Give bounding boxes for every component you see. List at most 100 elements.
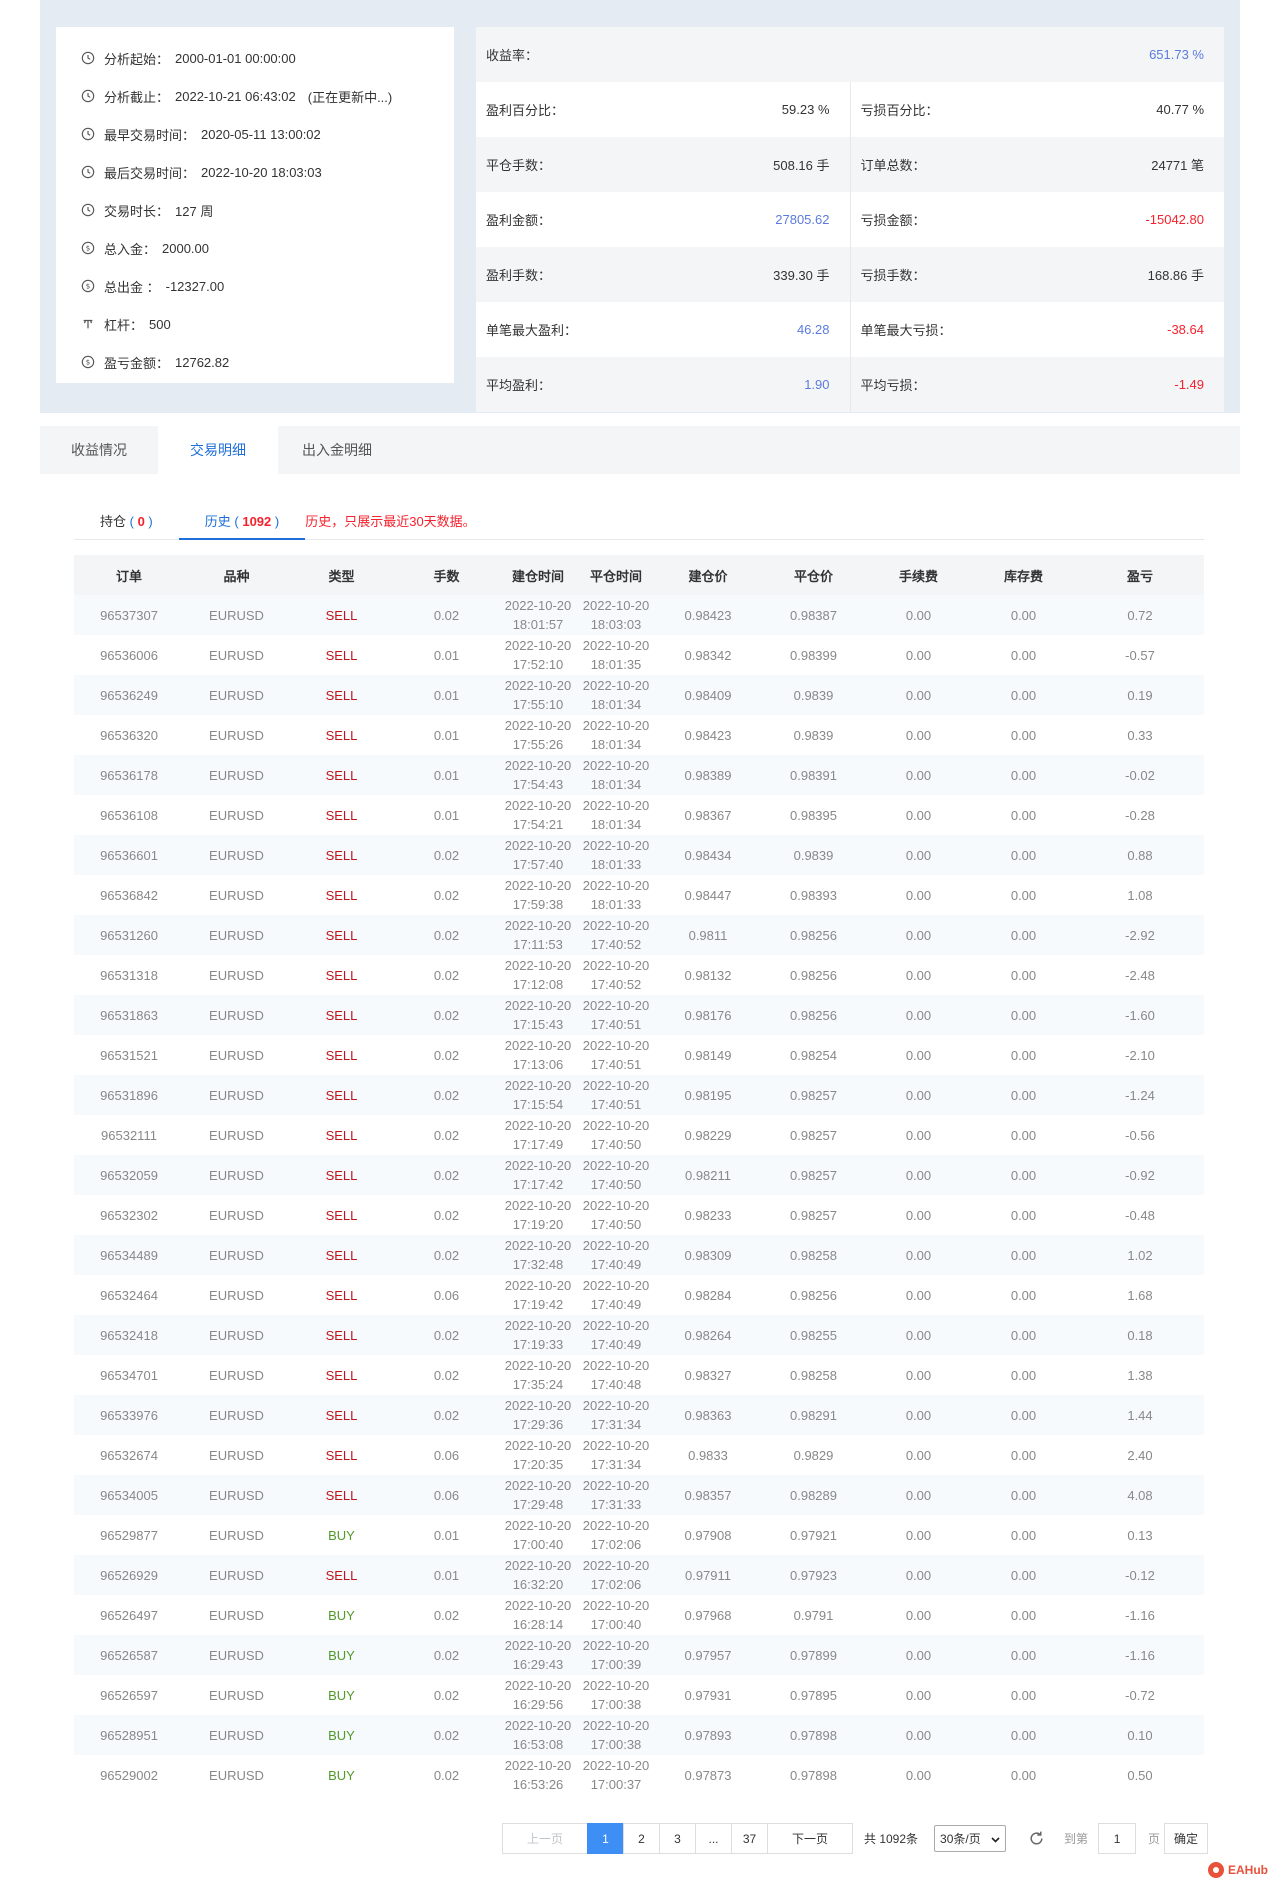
table-row[interactable]: 96528951 EURUSD BUY 0.02 2022-10-20 16:53:08 2…	[74, 1715, 1204, 1755]
col-header-swap[interactable]: 库存费	[971, 555, 1076, 595]
cell-swap: 0.00	[971, 835, 1076, 875]
table-row[interactable]: 96532111 EURUSD SELL 0.02 2022-10-20 17:17:49…	[74, 1115, 1204, 1155]
table-row[interactable]: 96536601 EURUSD SELL 0.02 2022-10-20 17:57:40…	[74, 835, 1204, 875]
cell-type: SELL	[289, 595, 394, 635]
page-ellipsis[interactable]: ...	[695, 1823, 732, 1854]
table-row[interactable]: 96532059 EURUSD SELL 0.02 2022-10-20 17:17:42…	[74, 1155, 1204, 1195]
table-row[interactable]: 96536178 EURUSD SELL 0.01 2022-10-20 17:54:43…	[74, 755, 1204, 795]
table-row[interactable]: 96536249 EURUSD SELL 0.01 2022-10-20 17:55:10…	[74, 675, 1204, 715]
table-row[interactable]: 96526587 EURUSD BUY 0.02 2022-10-20 16:29:43 2…	[74, 1635, 1204, 1675]
tab-open-positions[interactable]: 持仓 ( 0 )	[74, 506, 179, 540]
table-row[interactable]: 96531260 EURUSD SELL 0.02 2022-10-20 17:11:53…	[74, 915, 1204, 955]
tab-history[interactable]: 历史 ( 1092 )	[178, 506, 306, 540]
cell-order: 96526497	[74, 1595, 184, 1635]
order-total-value: 24771 笔	[1151, 158, 1204, 173]
cell-commission: 0.00	[866, 635, 971, 675]
cell-type: SELL	[289, 955, 394, 995]
cell-swap: 0.00	[971, 715, 1076, 755]
cell-open-time: 2022-10-20 17:17:49	[499, 1115, 577, 1155]
cell-order: 96531863	[74, 995, 184, 1035]
col-header-type[interactable]: 类型	[289, 555, 394, 595]
cell-order: 96529002	[74, 1755, 184, 1795]
table-row[interactable]: 96526597 EURUSD BUY 0.02 2022-10-20 16:29:56 2…	[74, 1675, 1204, 1715]
cell-type: SELL	[289, 1475, 394, 1515]
goto-confirm-button[interactable]: 确定	[1164, 1823, 1209, 1854]
table-row[interactable]: 96526497 EURUSD BUY 0.02 2022-10-20 16:28:14 2…	[74, 1595, 1204, 1635]
table-row[interactable]: 96526929 EURUSD SELL 0.01 2022-10-20 16:32:20…	[74, 1555, 1204, 1595]
table-row[interactable]: 96532418 EURUSD SELL 0.02 2022-10-20 17:19:33…	[74, 1315, 1204, 1355]
col-header-profit[interactable]: 盈亏	[1076, 555, 1204, 595]
table-row[interactable]: 96532674 EURUSD SELL 0.06 2022-10-20 17:20:35…	[74, 1435, 1204, 1475]
tab-fund-details[interactable]: 出入金明细	[278, 426, 396, 474]
table-row[interactable]: 96531863 EURUSD SELL 0.02 2022-10-20 17:15:43…	[74, 995, 1204, 1035]
cell-clock-time: 17:40:50	[590, 1177, 642, 1192]
page-button-1[interactable]: 1	[587, 1823, 624, 1854]
table-row[interactable]: 96531521 EURUSD SELL 0.02 2022-10-20 17:13:06…	[74, 1035, 1204, 1075]
col-header-close-price[interactable]: 平仓价	[761, 555, 866, 595]
table-row[interactable]: 96533976 EURUSD SELL 0.02 2022-10-20 17:29:36…	[74, 1395, 1204, 1435]
table-row[interactable]: 96534701 EURUSD SELL 0.02 2022-10-20 17:35:24…	[74, 1355, 1204, 1395]
cell-type: SELL	[289, 1435, 394, 1475]
table-row[interactable]: 96534005 EURUSD SELL 0.06 2022-10-20 17:29:48…	[74, 1475, 1204, 1515]
cell-close-time: 2022-10-20 17:40:51	[577, 995, 655, 1035]
table-row[interactable]: 96536320 EURUSD SELL 0.01 2022-10-20 17:55:26…	[74, 715, 1204, 755]
cell-type: BUY	[289, 1755, 394, 1795]
cell-date: 2022-10-20	[582, 1318, 650, 1333]
cell-commission: 0.00	[866, 1755, 971, 1795]
eahub-watermark: EAHub	[1208, 1860, 1268, 1880]
col-header-commission[interactable]: 手续费	[866, 555, 971, 595]
cell-commission: 0.00	[866, 1395, 971, 1435]
col-header-open-price[interactable]: 建仓价	[655, 555, 761, 595]
cell-close-price: 0.98258	[761, 1235, 866, 1275]
refresh-icon[interactable]	[1026, 1829, 1046, 1849]
cell-symbol: EURUSD	[184, 595, 289, 635]
clock-icon	[80, 51, 95, 66]
table-row[interactable]: 96529002 EURUSD BUY 0.02 2022-10-20 16:53:26 2…	[74, 1755, 1204, 1795]
cell-swap: 0.00	[971, 1235, 1076, 1275]
cell-open-price: 0.97957	[655, 1635, 761, 1675]
table-row[interactable]: 96536108 EURUSD SELL 0.01 2022-10-20 17:54:21…	[74, 795, 1204, 835]
col-header-order[interactable]: 订单	[74, 555, 184, 595]
col-header-close-time[interactable]: 平仓时间	[577, 555, 655, 595]
page-button-2[interactable]: 2	[623, 1823, 660, 1854]
col-header-symbol[interactable]: 品种	[184, 555, 289, 595]
cell-lots: 0.02	[394, 1235, 499, 1275]
cell-date: 2022-10-20	[504, 1598, 572, 1613]
col-header-open-time[interactable]: 建仓时间	[499, 555, 577, 595]
total-count: 共 1092条	[864, 1832, 919, 1846]
table-row[interactable]: 96531318 EURUSD SELL 0.02 2022-10-20 17:12:08…	[74, 955, 1204, 995]
table-row[interactable]: 96536006 EURUSD SELL 0.01 2022-10-20 17:52:10…	[74, 635, 1204, 675]
table-row[interactable]: 96531896 EURUSD SELL 0.02 2022-10-20 17:15:54…	[74, 1075, 1204, 1115]
table-row[interactable]: 96532302 EURUSD SELL 0.02 2022-10-20 17:19:20…	[74, 1195, 1204, 1235]
goto-page-input[interactable]: 1	[1098, 1823, 1137, 1854]
cell-commission: 0.00	[866, 835, 971, 875]
tab-trade-details[interactable]: 交易明细	[158, 426, 278, 474]
page-button-37[interactable]: 37	[731, 1823, 768, 1854]
cell-clock-time: 17:13:06	[512, 1057, 564, 1072]
cell-symbol: EURUSD	[184, 1355, 289, 1395]
cell-close-time: 2022-10-20 17:02:06	[577, 1555, 655, 1595]
col-header-lots[interactable]: 手数	[394, 555, 499, 595]
stats-cell-order-total: 订单总数： 24771 笔	[851, 137, 1225, 192]
table-row[interactable]: 96532464 EURUSD SELL 0.06 2022-10-20 17:19:42…	[74, 1275, 1204, 1315]
table-row[interactable]: 96534489 EURUSD SELL 0.02 2022-10-20 17:32:48…	[74, 1235, 1204, 1275]
cell-close-price: 0.98254	[761, 1035, 866, 1075]
cell-profit: 1.44	[1076, 1395, 1204, 1435]
table-header-row: 订单 品种 类型 手数 建仓时间 平仓时间 建仓价 平仓价 手续费 库存费 盈亏	[74, 555, 1204, 595]
cell-clock-time: 17:59:38	[512, 897, 564, 912]
cell-date: 2022-10-20	[582, 678, 650, 693]
cell-date: 2022-10-20	[504, 1118, 572, 1133]
prev-page-button[interactable]: 上一页	[502, 1823, 588, 1854]
table-row[interactable]: 96529877 EURUSD BUY 0.01 2022-10-20 17:00:40 2…	[74, 1515, 1204, 1555]
duration-label: 交易时长：	[104, 203, 170, 219]
page-size-select[interactable]: 30条/页	[934, 1825, 1007, 1852]
return-rate-label: 收益率：	[486, 48, 539, 63]
leverage-label: 杠杆：	[104, 317, 144, 333]
tab-earnings[interactable]: 收益情况	[40, 426, 158, 474]
page-button-3[interactable]: 3	[659, 1823, 696, 1854]
table-row[interactable]: 96537307 EURUSD SELL 0.02 2022-10-20 18:01:57…	[74, 595, 1204, 635]
next-page-button[interactable]: 下一页	[767, 1823, 853, 1854]
cell-date: 2022-10-20	[504, 598, 572, 613]
table-row[interactable]: 96536842 EURUSD SELL 0.02 2022-10-20 17:59:38…	[74, 875, 1204, 915]
cell-order: 96531318	[74, 955, 184, 995]
